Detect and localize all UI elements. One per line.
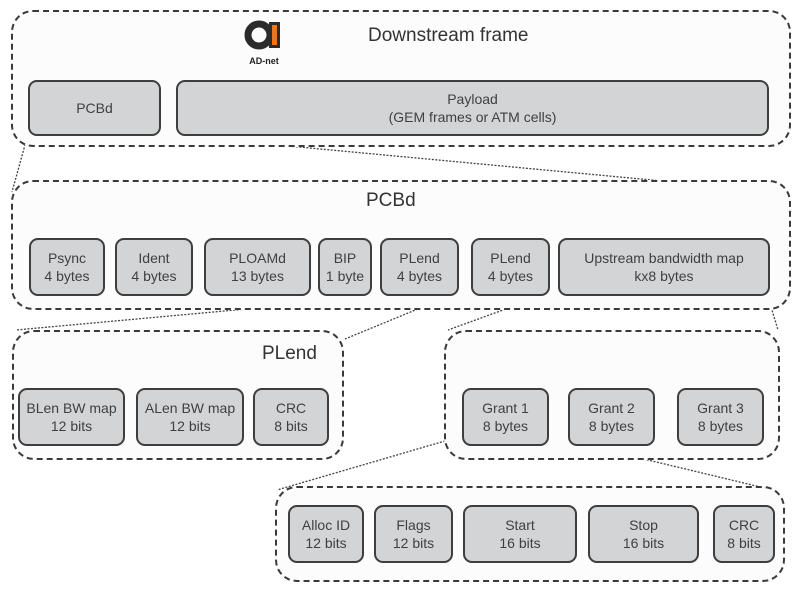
field-size: 12 bits [392,535,435,551]
field-upstream-bandwidth-map[interactable]: Upstream bandwidth map kx8 bytes [558,238,770,296]
field-payload[interactable]: Payload (GEM frames or ATM cells) [176,80,769,136]
field-size: 13 bytes [231,268,284,284]
field-label: Grant 3 [697,400,744,416]
field-label: ALen BW map [144,400,236,416]
field-size: 1 byte [325,268,365,284]
field-size: 16 bits [622,535,665,551]
field-label: BLen BW map [26,400,117,416]
plend-title: PLend [262,343,317,364]
field-label: CRC [275,400,307,416]
field-label: PCBd [76,100,113,116]
field-plend-crc[interactable]: CRC 8 bits [253,388,329,446]
field-label: Start [505,517,535,533]
pcbd-title: PCBd [366,190,416,211]
field-label: Upstream bandwidth map [584,250,744,266]
field-size: 16 bits [499,535,541,551]
logo-icon [244,20,280,50]
field-label: Ident [138,250,170,266]
field-size: 4 bytes [396,268,443,284]
field-label: Flags [396,517,431,533]
field-label: Grant 1 [482,400,529,416]
field-label: Stop [629,517,658,533]
field-blen-bw-map[interactable]: BLen BW map 12 bits [18,388,125,446]
field-size: kx8 bytes [634,268,694,284]
field-grant-2[interactable]: Grant 2 8 bytes [568,388,655,446]
field-label: Psync [47,250,87,266]
field-stop[interactable]: Stop 16 bits [588,505,699,563]
field-size: 12 bits [305,535,347,551]
field-size: 4 bytes [487,268,534,284]
field-grant-1[interactable]: Grant 1 8 bytes [462,388,549,446]
field-sublabel: (GEM frames or ATM cells) [388,109,557,125]
field-size: 4 bytes [131,268,177,284]
downstream-frame-title: Downstream frame [368,25,529,46]
field-size: 8 bytes [697,418,744,434]
field-plend-1[interactable]: PLend 4 bytes [380,238,459,296]
field-label: Payload [447,91,498,107]
field-grant-3[interactable]: Grant 3 8 bytes [677,388,764,446]
field-flags[interactable]: Flags 12 bits [374,505,453,563]
field-size: 8 bits [274,418,308,434]
field-psync[interactable]: Psync 4 bytes [29,238,105,296]
field-size: 8 bytes [482,418,529,434]
ad-net-logo: AD-net [244,20,284,66]
field-label: Alloc ID [301,517,351,533]
field-pcbd[interactable]: PCBd [28,80,161,136]
field-size: 8 bits [727,535,761,551]
field-start[interactable]: Start 16 bits [463,505,577,563]
field-ploamd[interactable]: PLOAMd 13 bytes [204,238,311,296]
field-bip[interactable]: BIP 1 byte [318,238,372,296]
field-size: 12 bits [169,418,211,434]
field-size: 12 bits [50,418,93,434]
field-plend-2[interactable]: PLend 4 bytes [471,238,550,296]
field-label: PLend [490,250,531,266]
field-grant-crc[interactable]: CRC 8 bits [713,505,775,563]
field-label: BIP [333,250,357,266]
field-label: PLend [399,250,440,266]
field-label: PLOAMd [229,250,286,266]
field-alen-bw-map[interactable]: ALen BW map 12 bits [136,388,244,446]
field-label: CRC [728,517,760,533]
field-size: 4 bytes [44,268,90,284]
field-alloc-id[interactable]: Alloc ID 12 bits [288,505,364,563]
field-label: Grant 2 [588,400,635,416]
field-size: 8 bytes [588,418,635,434]
logo-text: AD-net [249,56,279,66]
field-ident[interactable]: Ident 4 bytes [115,238,193,296]
